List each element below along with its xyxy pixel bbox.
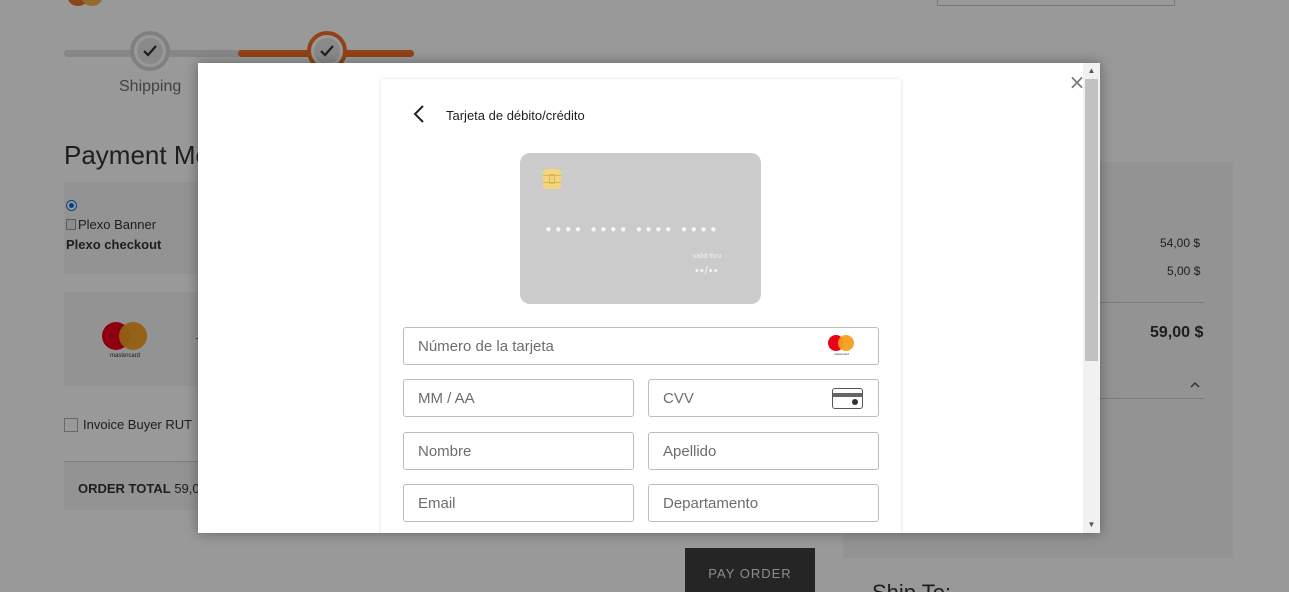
close-icon[interactable]: × bbox=[1068, 72, 1086, 92]
last-name-input[interactable] bbox=[648, 432, 879, 470]
payment-modal: ▲ ▼ × Tarjeta de débito/crédito •••• •••… bbox=[198, 63, 1100, 533]
cvv-card-icon bbox=[832, 388, 863, 409]
mastercard-wordmark: mastercard bbox=[833, 352, 849, 356]
department-input[interactable] bbox=[648, 484, 879, 522]
card-number-input[interactable] bbox=[403, 327, 879, 365]
card-preview-valid-thru: valid thru bbox=[693, 253, 722, 260]
email-input[interactable] bbox=[403, 484, 634, 522]
card-preview-number: •••• •••• •••• •••• bbox=[544, 221, 719, 239]
card-chip-icon bbox=[543, 169, 561, 189]
scrollbar-thumb[interactable] bbox=[1085, 79, 1098, 361]
modal-title: Tarjeta de débito/crédito bbox=[446, 108, 585, 123]
first-name-input[interactable] bbox=[403, 432, 634, 470]
card-preview-expiry: ••/•• bbox=[695, 265, 719, 277]
back-button[interactable] bbox=[411, 105, 427, 125]
scroll-down-arrow-icon[interactable]: ▼ bbox=[1083, 519, 1100, 531]
card-preview: •••• •••• •••• •••• valid thru ••/•• bbox=[520, 153, 761, 304]
expiry-input[interactable] bbox=[403, 379, 634, 417]
chevron-left-icon bbox=[413, 105, 424, 123]
mastercard-icon: mastercard bbox=[828, 335, 856, 357]
